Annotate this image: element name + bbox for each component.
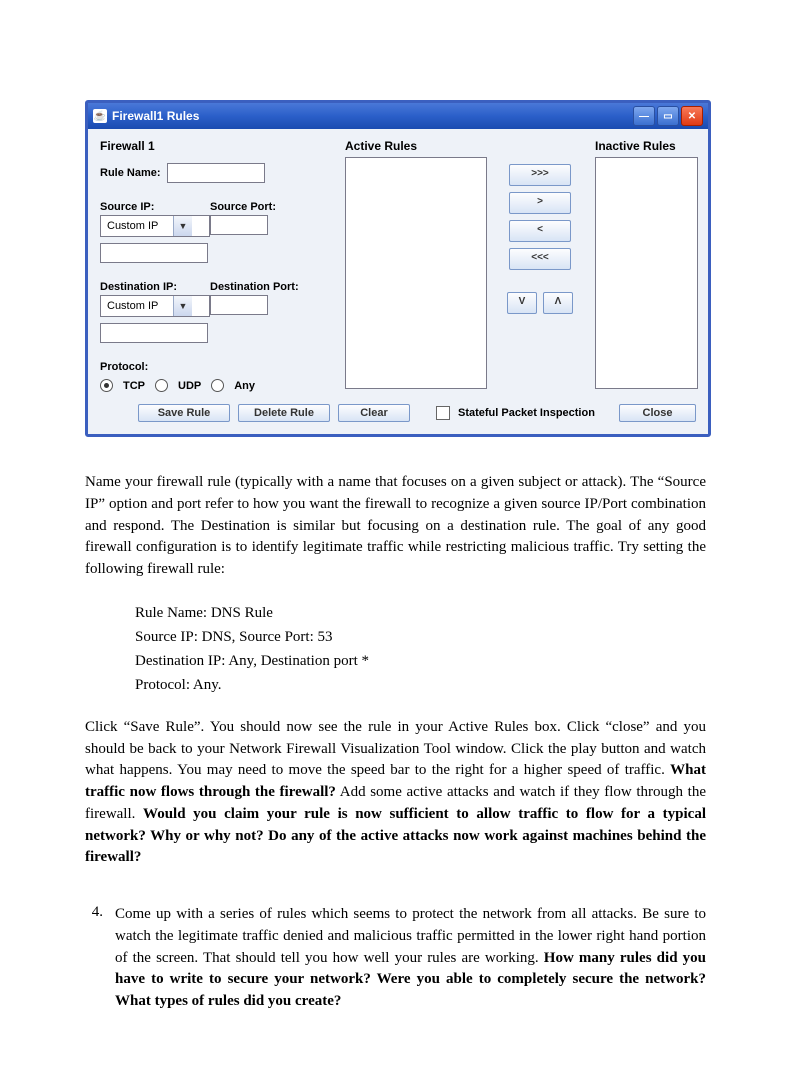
source-ip-label: Source IP: [100,201,210,213]
protocol-tcp-radio[interactable] [100,379,113,392]
protocol-any-radio[interactable] [211,379,224,392]
p2-text-a: Click “Save Rule”. You should now see th… [85,719,706,779]
spi-checkbox[interactable] [436,406,450,420]
move-up-button[interactable]: Λ [543,292,573,314]
question-4: 4. Come up with a series of rules which … [85,904,706,1013]
dest-ip-value: Custom IP [101,300,173,312]
titlebar[interactable]: ☕ Firewall1 Rules — ▭ ✕ [88,103,708,129]
firewall-rules-dialog: ☕ Firewall1 Rules — ▭ ✕ Firewall 1 Rule … [85,100,711,437]
move-down-button[interactable]: V [507,292,537,314]
example-source: Source IP: DNS, Source Port: 53 [135,625,706,649]
example-dest: Destination IP: Any, Destination port * [135,649,706,673]
protocol-tcp-label: TCP [123,380,145,392]
paragraph-2: Click “Save Rule”. You should now see th… [85,717,706,869]
rule-name-input[interactable] [167,163,265,183]
source-ip-custom-input[interactable] [100,243,208,263]
example-rule-name: Rule Name: DNS Rule [135,601,706,625]
chevron-down-icon[interactable]: ▼ [173,296,192,316]
java-icon: ☕ [93,109,107,123]
source-port-label: Source Port: [210,201,330,213]
example-rule-block: Rule Name: DNS Rule Source IP: DNS, Sour… [135,601,706,697]
move-right-button[interactable]: > [509,192,571,214]
p2-question-2: Would you claim your rule is now suffici… [85,806,706,866]
spi-label: Stateful Packet Inspection [458,407,595,419]
move-left-button[interactable]: < [509,220,571,242]
close-button[interactable]: Close [619,404,696,422]
clear-button[interactable]: Clear [338,404,410,422]
question-4-number: 4. [85,904,103,1013]
dest-port-input[interactable] [210,295,268,315]
protocol-udp-radio[interactable] [155,379,168,392]
protocol-any-label: Any [234,380,255,392]
move-all-left-button[interactable]: <<< [509,248,571,270]
close-window-button[interactable]: ✕ [681,106,703,126]
active-rules-list[interactable] [345,157,487,389]
save-rule-button[interactable]: Save Rule [138,404,230,422]
active-rules-heading: Active Rules [345,139,485,153]
dest-ip-label: Destination IP: [100,281,210,293]
rule-name-label: Rule Name: [100,167,161,179]
source-ip-combo[interactable]: Custom IP ▼ [100,215,210,237]
example-protocol: Protocol: Any. [135,673,706,697]
dest-ip-custom-input[interactable] [100,323,208,343]
delete-rule-button[interactable]: Delete Rule [238,404,330,422]
paragraph-1: Name your firewall rule (typically with … [85,472,706,581]
chevron-down-icon[interactable]: ▼ [173,216,192,236]
maximize-button[interactable]: ▭ [657,106,679,126]
move-all-right-button[interactable]: >>> [509,164,571,186]
firewall-heading: Firewall 1 [100,139,330,153]
source-port-input[interactable] [210,215,268,235]
source-ip-value: Custom IP [101,220,173,232]
inactive-rules-heading: Inactive Rules [595,139,696,153]
dest-port-label: Destination Port: [210,281,330,293]
protocol-udp-label: UDP [178,380,201,392]
window-title: Firewall1 Rules [112,109,199,123]
dest-ip-combo[interactable]: Custom IP ▼ [100,295,210,317]
minimize-button[interactable]: — [633,106,655,126]
protocol-label: Protocol: [100,361,330,373]
inactive-rules-list[interactable] [595,157,698,389]
